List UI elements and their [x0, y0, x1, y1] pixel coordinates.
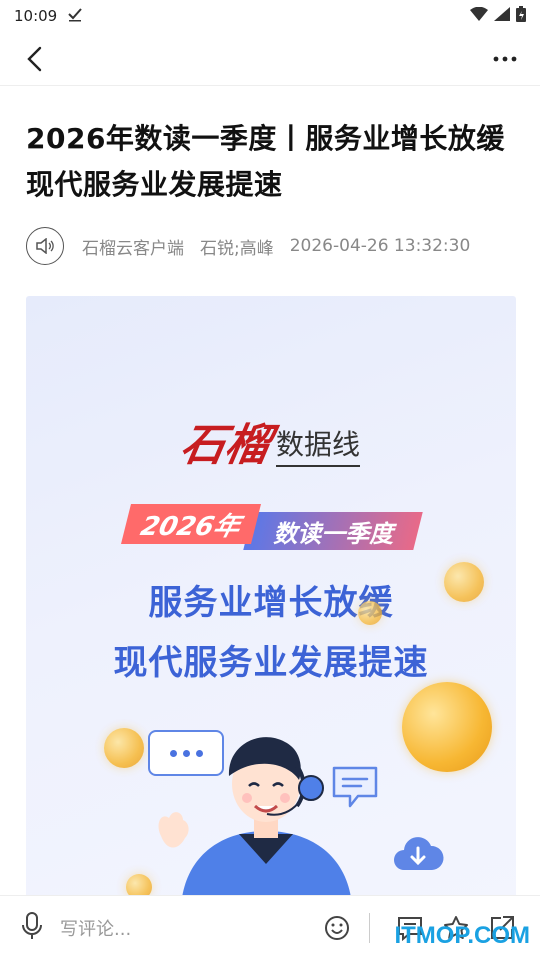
banner-headline-1: 服务业增长放缓: [148, 583, 394, 623]
comment-placeholder: 写评论...: [60, 919, 132, 940]
more-button[interactable]: [488, 42, 522, 76]
cloud-download-icon: [392, 834, 444, 876]
signal-icon: [494, 7, 510, 25]
ribbon-year: 2026年: [121, 504, 262, 544]
coin-illustration: [402, 682, 492, 772]
status-bar: 10:09: [0, 0, 540, 32]
comment-input[interactable]: 写评论...: [22, 911, 307, 945]
back-button[interactable]: [18, 42, 52, 76]
status-time: 10:09: [14, 7, 58, 25]
banner-headline-2: 现代服务业发展提速: [113, 643, 429, 683]
battery-icon: [516, 6, 526, 26]
chevron-left-icon: [27, 46, 42, 71]
article-title: 2026年数读一季度丨服务业增长放缓 现代服务业发展提速: [26, 122, 505, 201]
site-watermark: ITMOP.COM: [394, 922, 530, 949]
brand-logo: 石榴 数据线: [26, 409, 516, 473]
coin-illustration: [104, 728, 144, 768]
microphone-icon[interactable]: [22, 911, 42, 945]
coin-illustration: [444, 562, 484, 602]
emoji-button[interactable]: [321, 912, 353, 944]
article-banner-image: 石榴 数据线 2026年 数读一季度 服务业增长放缓 现代服务业发展提速: [26, 296, 516, 906]
top-nav-bar: [0, 32, 540, 86]
wifi-icon: [470, 6, 488, 25]
article-datetime: 2026-04-26 13:32:30: [289, 236, 471, 256]
article-meta: 石榴云客户端 石锐;高峰 2026-04-26 13:32:30: [26, 226, 514, 266]
read-aloud-button[interactable]: [26, 227, 64, 265]
smiley-icon: [325, 916, 349, 940]
more-dots-icon: [493, 56, 517, 61]
speaker-icon: [36, 238, 54, 254]
article-source: 石榴云客户端: [82, 238, 184, 259]
brand-suffix-text: 数据线: [275, 423, 360, 467]
customer-service-illustration: [151, 726, 381, 906]
ribbon-text: 数读一季度: [243, 512, 424, 550]
download-done-icon: [67, 6, 83, 26]
article-authors: 石锐;高峰: [200, 238, 274, 259]
article-content: 2026年数读一季度丨服务业增长放缓 现代服务业发展提速 石榴云客户端 石锐;高…: [0, 116, 540, 906]
brand-script-text: 石榴: [176, 420, 274, 471]
banner-ribbon: 2026年 数读一季度: [121, 504, 424, 550]
coin-illustration: [358, 601, 382, 625]
bar-divider: [369, 913, 370, 943]
